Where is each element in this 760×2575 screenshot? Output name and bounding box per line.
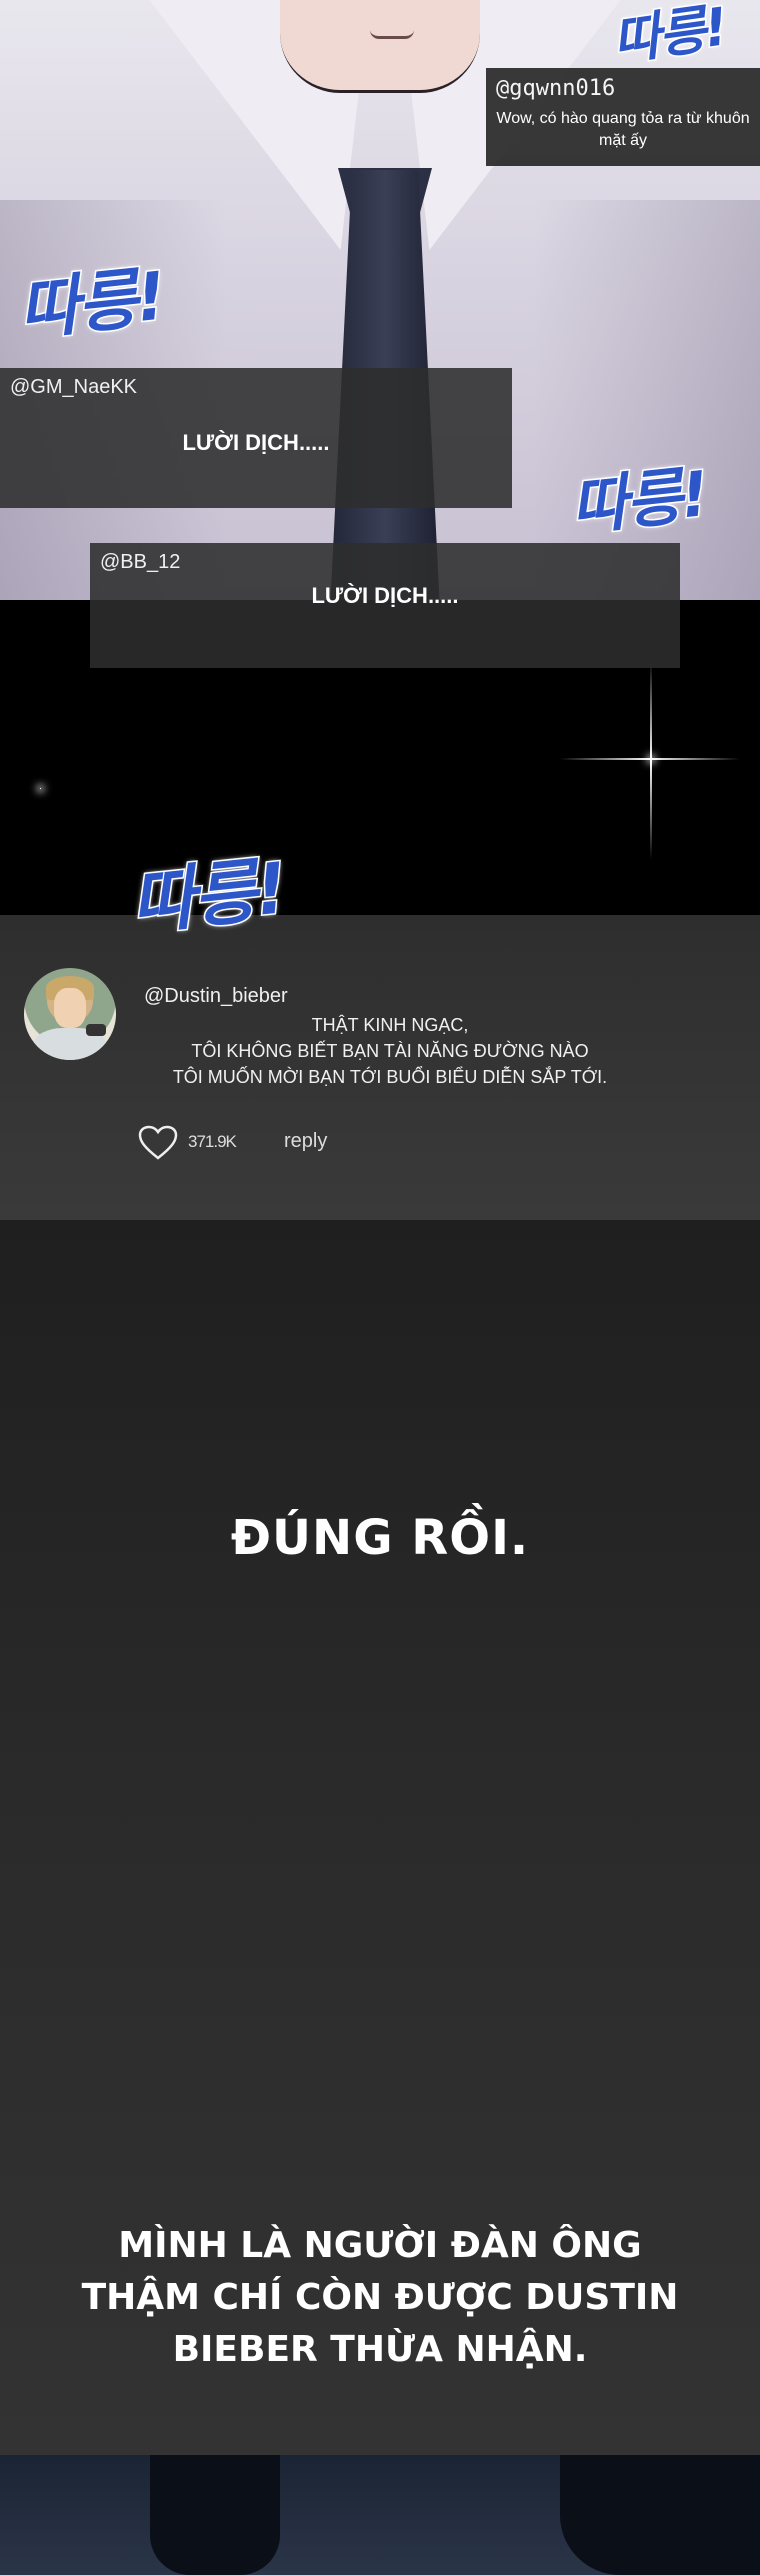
narration-line: MÌNH LÀ NGƯỜI ĐÀN ÔNG	[118, 2225, 642, 2266]
narration-line: BIEBER THỪA NHẬN.	[172, 2329, 588, 2370]
sfx-text: 따릉!	[125, 846, 290, 947]
post-username[interactable]: @Dustin_bieber	[144, 985, 288, 1008]
comment-username: @BB_12	[100, 551, 181, 573]
post-text: THẬT KINH NGẠC, TÔI KHÔNG BIẾT BẠN TÀI N…	[150, 1012, 630, 1090]
neck	[280, 0, 480, 93]
comment-text: LƯỜI DỊCH.....	[182, 430, 330, 455]
avatar[interactable]	[24, 968, 116, 1060]
comment-username: @gqwnn016	[496, 76, 616, 101]
hair	[150, 2455, 280, 2575]
panel-bottom-figure	[0, 2455, 760, 2575]
comment-text: LƯỜI DỊCH.....	[311, 583, 459, 608]
comment-box: @BB_12 LƯỜI DỊCH.....	[90, 543, 680, 668]
sfx-text: 따릉!	[13, 256, 169, 351]
comment-box: @gqwnn016 Wow, có hào quang tỏa ra từ kh…	[486, 68, 760, 166]
narration-line: THẬM CHÍ CÒN ĐƯỢC DUSTIN	[81, 2277, 679, 2318]
comment-text: Wow, có hào quang tỏa ra từ khuôn mặt ấy	[496, 110, 750, 149]
mouth	[370, 30, 414, 39]
hair	[560, 2455, 760, 2575]
like-count: 371.9K	[188, 1132, 237, 1151]
post-text-line: TÔI MUỐN MỜI BẠN TỚI BUỔI BIỂU DIỄN SẮP …	[172, 1067, 608, 1087]
narration-line: ĐÚNG RỒI.	[230, 1510, 530, 1566]
heart-icon[interactable]	[138, 1125, 178, 1161]
avatar-face	[54, 988, 86, 1028]
post-text-line: THẬT KINH NGẠC,	[311, 1015, 469, 1035]
post-text-line: TÔI KHÔNG BIẾT BẠN TÀI NĂNG ĐƯỜNG NÀO	[191, 1041, 589, 1061]
narration-block: MÌNH LÀ NGƯỜI ĐÀN ÔNG THẬM CHÍ CÒN ĐƯỢC …	[0, 2220, 760, 2376]
sparkle-ray	[650, 660, 652, 860]
reply-link[interactable]: reply	[284, 1130, 327, 1153]
sfx-text: 따릉!	[566, 456, 712, 546]
comment-username: @GM_NaeKK	[10, 376, 138, 398]
microphone-icon	[86, 1024, 106, 1036]
comment-box: @GM_NaeKK LƯỜI DỊCH.....	[0, 368, 512, 508]
sparkle-icon	[40, 788, 41, 789]
